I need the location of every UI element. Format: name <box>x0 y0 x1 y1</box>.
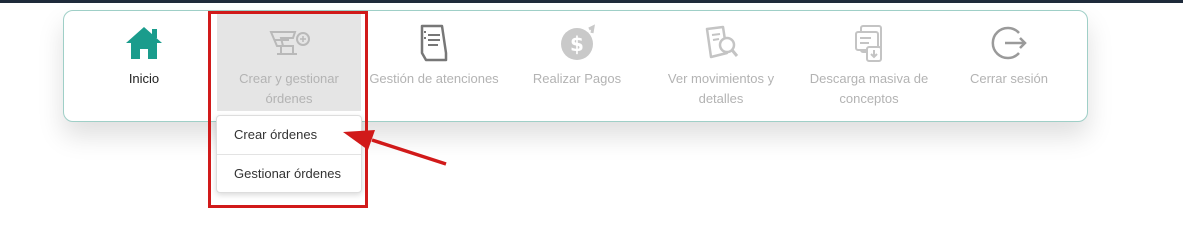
bulk-download-icon <box>847 23 891 63</box>
nav-label-realizar-pagos: Realizar Pagos <box>532 71 622 86</box>
main-navbar: Inicio Crear y gestionar órdenes Gestión… <box>63 10 1088 122</box>
dropdown-item-crear-ordenes[interactable]: Crear órdenes <box>217 116 361 154</box>
movements-icon <box>699 23 743 63</box>
nav-label-descarga-masiva: Descarga masiva de conceptos <box>809 71 929 106</box>
create-orders-icon <box>267 23 311 63</box>
svg-text:$: $ <box>570 32 584 56</box>
dropdown-item-gestionar-ordenes[interactable]: Gestionar órdenes <box>217 154 361 192</box>
orders-dropdown-menu: Crear órdenes Gestionar órdenes <box>216 115 362 193</box>
nav-item-realizar-pagos[interactable]: $ Realizar Pagos <box>517 11 637 111</box>
nav-item-crear-gestionar[interactable]: Crear y gestionar órdenes <box>217 11 361 111</box>
nav-label-cerrar-sesion: Cerrar sesión <box>969 71 1049 86</box>
payment-icon: $ <box>555 23 599 63</box>
nav-label-gestion-atenciones: Gestión de atenciones <box>369 71 499 86</box>
home-icon <box>122 23 166 63</box>
document-icon <box>412 23 456 63</box>
nav-item-descarga-masiva[interactable]: Descarga masiva de conceptos <box>799 11 939 111</box>
nav-item-inicio[interactable]: Inicio <box>104 11 184 111</box>
nav-item-ver-movimientos[interactable]: Ver movimientos y detalles <box>656 11 786 111</box>
nav-item-gestion-atenciones[interactable]: Gestión de atenciones <box>364 11 504 111</box>
logout-icon <box>987 23 1031 63</box>
top-strip <box>0 0 1183 3</box>
nav-label-inicio: Inicio <box>128 71 160 86</box>
nav-item-cerrar-sesion[interactable]: Cerrar sesión <box>949 11 1069 111</box>
nav-label-ver-movimientos: Ver movimientos y detalles <box>667 71 775 106</box>
nav-label-crear-gestionar: Crear y gestionar órdenes <box>239 71 339 106</box>
